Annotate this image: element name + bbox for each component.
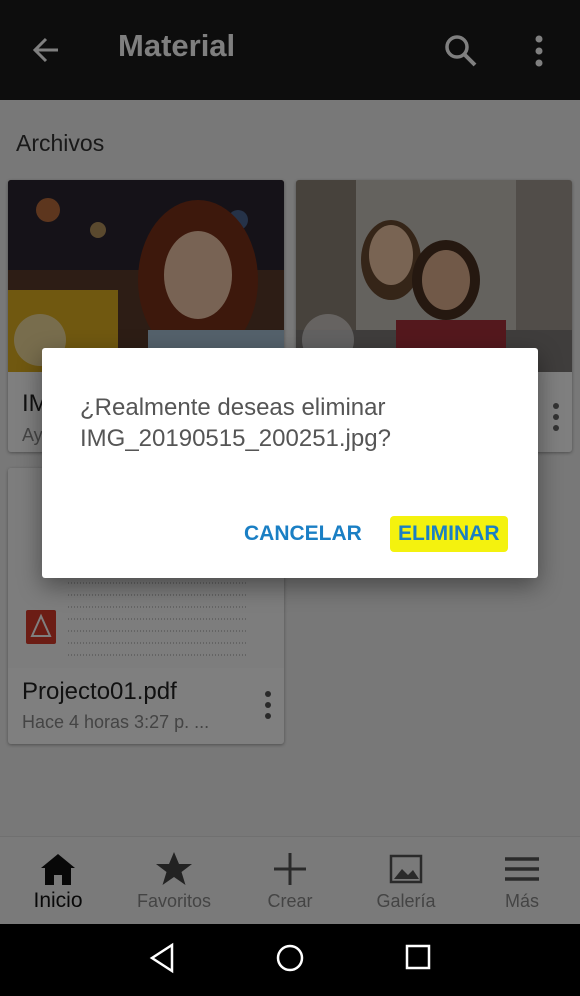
- delete-button[interactable]: ELIMINAR: [390, 516, 508, 552]
- screen: Material Archivos IMG Ay: [0, 0, 580, 996]
- confirm-delete-dialog: ¿Realmente deseas eliminar IMG_20190515_…: [42, 348, 538, 578]
- system-nav-bar: [0, 924, 580, 996]
- cancel-button[interactable]: CANCELAR: [238, 518, 368, 550]
- square-recents-icon[interactable]: [405, 944, 431, 970]
- dialog-message: ¿Realmente deseas eliminar IMG_20190515_…: [80, 394, 391, 452]
- circle-home-icon[interactable]: [275, 943, 305, 973]
- triangle-back-icon[interactable]: [148, 942, 176, 974]
